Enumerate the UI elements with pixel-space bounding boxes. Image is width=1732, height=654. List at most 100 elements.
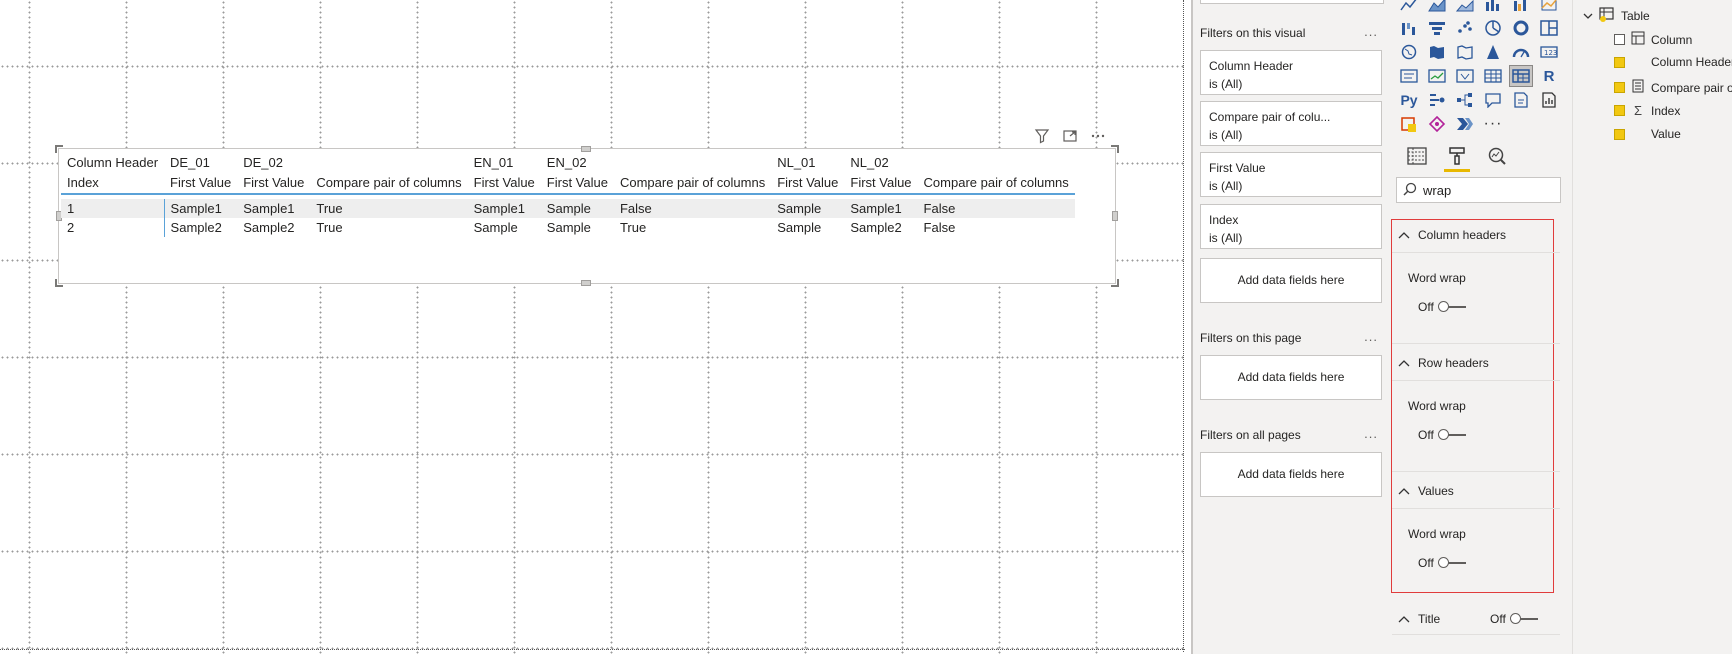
header-cell[interactable] [310, 153, 467, 172]
title-toggle[interactable]: Off [1490, 612, 1538, 626]
header-cell[interactable]: DE_01 [164, 153, 237, 172]
area-chart-icon[interactable] [1426, 0, 1448, 14]
filled-map-icon[interactable] [1426, 42, 1448, 62]
ribbon-chart-icon[interactable] [1538, 0, 1560, 14]
r-visual-icon[interactable]: R [1538, 66, 1560, 86]
scatter-chart-icon[interactable] [1454, 18, 1476, 38]
section-values[interactable]: Values [1398, 484, 1454, 498]
shape-map-icon[interactable] [1454, 42, 1476, 62]
field-item-compare-pair[interactable]: Compare pair o [1614, 79, 1732, 96]
more-options-icon[interactable] [1089, 128, 1107, 144]
header-cell[interactable]: Compare pair of columns [917, 172, 1075, 195]
power-automate-flow-icon[interactable] [1454, 114, 1476, 134]
gauge-icon[interactable] [1510, 42, 1532, 62]
header-cell[interactable]: Index [61, 172, 165, 195]
report-canvas[interactable]: Column Header DE_01 DE_02 EN_01 EN_02 NL… [0, 0, 1185, 654]
field-item-index[interactable]: Σ Index [1614, 103, 1680, 118]
kpi-icon[interactable] [1426, 66, 1448, 86]
header-cell[interactable]: DE_02 [237, 153, 310, 172]
more-visuals-icon[interactable]: ··· [1482, 114, 1504, 134]
section-column-headers[interactable]: Column headers [1398, 228, 1506, 242]
map-icon[interactable] [1398, 42, 1420, 62]
format-tab-icon[interactable] [1444, 143, 1470, 172]
header-cell[interactable]: Compare pair of columns [613, 172, 772, 195]
header-cell[interactable]: Compare pair of columns [310, 172, 468, 195]
power-automate-icon[interactable] [1426, 114, 1448, 134]
card-icon[interactable]: 123 [1538, 42, 1560, 62]
line-clustered-column-icon[interactable] [1510, 0, 1532, 14]
python-visual-icon[interactable]: Py [1398, 90, 1420, 110]
header-cell[interactable]: EN_01 [468, 153, 541, 172]
word-wrap-toggle[interactable]: Off [1418, 300, 1466, 314]
header-cell[interactable]: First Value [540, 172, 614, 195]
header-cell[interactable] [614, 153, 771, 172]
more-options-icon[interactable]: ... [1364, 24, 1378, 39]
resize-handle-bottom[interactable] [581, 280, 591, 286]
header-cell[interactable]: First Value [237, 172, 311, 195]
header-cell[interactable]: First Value [771, 172, 845, 195]
header-cell[interactable]: First Value [467, 172, 541, 195]
more-options-icon[interactable]: ... [1364, 426, 1378, 441]
stacked-area-icon[interactable] [1454, 0, 1476, 14]
header-cell[interactable] [918, 153, 1075, 172]
field-checkbox[interactable] [1614, 128, 1625, 140]
table-icon[interactable] [1482, 66, 1504, 86]
word-wrap-toggle[interactable]: Off [1418, 428, 1466, 442]
field-checkbox[interactable] [1614, 82, 1625, 93]
header-cell[interactable]: First Value [844, 172, 918, 195]
more-options-icon[interactable]: ... [1364, 329, 1378, 344]
funnel-chart-icon[interactable] [1426, 18, 1448, 38]
decomposition-tree-icon[interactable] [1454, 90, 1476, 110]
resize-handle-bottom-left[interactable] [55, 279, 63, 287]
filter-card-first-value[interactable]: First Value is (All) [1200, 152, 1382, 197]
field-checkbox[interactable] [1614, 34, 1625, 45]
toggle-switch[interactable] [1437, 557, 1466, 568]
resize-handle-top-left[interactable] [55, 145, 63, 153]
treemap-icon[interactable] [1538, 18, 1560, 38]
section-title-card[interactable]: Title [1398, 612, 1440, 626]
field-item-column[interactable]: Column [1614, 31, 1692, 48]
field-item-column-header[interactable]: Column Header [1614, 55, 1732, 69]
analytics-tab-icon[interactable] [1484, 143, 1510, 169]
pie-chart-icon[interactable] [1482, 18, 1504, 38]
smart-narrative-icon[interactable] [1510, 90, 1532, 110]
header-cell[interactable]: Column Header [61, 153, 164, 172]
field-checkbox[interactable] [1614, 105, 1625, 116]
page-filters-drop-zone[interactable]: Add data fields here [1200, 355, 1382, 400]
header-cell[interactable]: NL_01 [771, 153, 844, 172]
line-column-chart-icon[interactable] [1482, 0, 1504, 14]
toggle-switch[interactable] [1437, 301, 1466, 312]
resize-handle-right[interactable] [1112, 211, 1118, 221]
resize-handle-top[interactable] [581, 146, 591, 152]
visual-filters-drop-zone[interactable]: Add data fields here [1200, 258, 1382, 303]
field-checkbox[interactable] [1614, 56, 1625, 68]
format-search-input[interactable]: wrap [1396, 177, 1561, 203]
multi-row-card-icon[interactable] [1398, 66, 1420, 86]
focus-mode-icon[interactable] [1061, 128, 1079, 144]
section-row-headers[interactable]: Row headers [1398, 356, 1489, 370]
azure-map-icon[interactable] [1482, 42, 1504, 62]
qna-icon[interactable] [1482, 90, 1504, 110]
paginated-report-icon[interactable] [1538, 90, 1560, 110]
all-pages-filters-drop-zone[interactable]: Add data fields here [1200, 452, 1382, 497]
matrix-visual[interactable]: Column Header DE_01 DE_02 EN_01 EN_02 NL… [55, 129, 1119, 287]
filter-card-compare-pair[interactable]: Compare pair of colu... is (All) [1200, 101, 1382, 146]
waterfall-chart-icon[interactable] [1398, 18, 1420, 38]
donut-chart-icon[interactable] [1510, 18, 1532, 38]
filter-card-column-header[interactable]: Column Header is (All) [1200, 50, 1382, 95]
filter-card-index[interactable]: Index is (All) [1200, 204, 1382, 249]
resize-handle-bottom-right[interactable] [1111, 279, 1119, 287]
line-chart-icon[interactable] [1398, 0, 1420, 14]
fields-tab-icon[interactable] [1404, 143, 1430, 169]
header-cell[interactable]: EN_02 [541, 153, 614, 172]
table-node[interactable]: Table [1583, 7, 1650, 25]
filter-icon[interactable] [1033, 128, 1051, 144]
word-wrap-toggle[interactable]: Off [1418, 556, 1466, 570]
table-row[interactable]: 2 Sample2 Sample2 True Sample Sample Tru… [61, 218, 1075, 237]
toggle-switch[interactable] [1509, 613, 1538, 624]
field-item-value[interactable]: Value [1614, 127, 1681, 141]
header-cell[interactable]: First Value [164, 172, 238, 195]
table-row[interactable]: 1 Sample1 Sample1 True Sample1 Sample Fa… [61, 199, 1075, 218]
key-influencers-icon[interactable] [1426, 90, 1448, 110]
header-cell[interactable]: NL_02 [844, 153, 917, 172]
